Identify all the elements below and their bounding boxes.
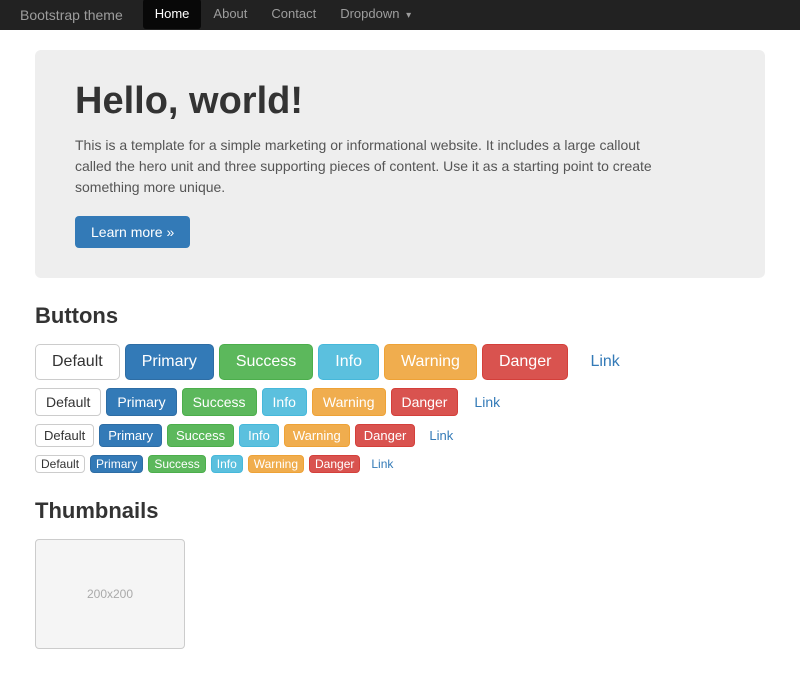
navbar-nav: Home About Contact Dropdown ▾ (143, 0, 423, 31)
btn-warning-sm[interactable]: Warning (284, 424, 350, 447)
btn-danger-xs[interactable]: Danger (309, 455, 360, 473)
btn-info-sm[interactable]: Info (239, 424, 279, 447)
thumbnail-placeholder-label: 200x200 (87, 587, 133, 601)
btn-link-md[interactable]: Link (463, 388, 511, 416)
chevron-down-icon: ▾ (406, 10, 411, 21)
thumbnails-section: Thumbnails 200x200 (35, 498, 765, 649)
btn-link-xs[interactable]: Link (365, 455, 399, 473)
btn-warning-md[interactable]: Warning (312, 388, 386, 416)
nav-item-contact[interactable]: Contact (259, 0, 328, 31)
btn-warning-xs[interactable]: Warning (248, 455, 304, 473)
jumbotron: Hello, world! This is a template for a s… (35, 50, 765, 278)
button-row-md: Default Primary Success Info Warning Dan… (35, 388, 765, 416)
nav-link-dropdown[interactable]: Dropdown ▾ (328, 0, 423, 31)
btn-link-sm[interactable]: Link (420, 424, 462, 447)
navbar: Bootstrap theme Home About Contact Dropd… (0, 0, 800, 30)
btn-primary-xs[interactable]: Primary (90, 455, 143, 473)
hero-body: This is a template for a simple marketin… (75, 135, 655, 198)
btn-default-xs[interactable]: Default (35, 455, 85, 473)
btn-success-xs[interactable]: Success (148, 455, 205, 473)
thumbnail-placeholder: 200x200 (35, 539, 185, 649)
btn-success-md[interactable]: Success (182, 388, 257, 416)
btn-danger-lg[interactable]: Danger (482, 344, 568, 380)
hero-heading: Hello, world! (75, 80, 725, 123)
btn-primary-md[interactable]: Primary (106, 388, 176, 416)
learn-more-button[interactable]: Learn more » (75, 216, 190, 248)
nav-item-about[interactable]: About (201, 0, 259, 31)
btn-danger-md[interactable]: Danger (391, 388, 459, 416)
nav-link-contact[interactable]: Contact (259, 0, 328, 29)
btn-info-lg[interactable]: Info (318, 344, 379, 380)
buttons-section-title: Buttons (35, 303, 765, 329)
nav-link-about[interactable]: About (201, 0, 259, 29)
btn-default-md[interactable]: Default (35, 388, 101, 416)
btn-link-lg[interactable]: Link (573, 344, 636, 380)
btn-info-md[interactable]: Info (262, 388, 307, 416)
btn-success-sm[interactable]: Success (167, 424, 234, 447)
thumbnails-section-title: Thumbnails (35, 498, 765, 524)
btn-warning-lg[interactable]: Warning (384, 344, 477, 380)
buttons-section: Buttons Default Primary Success Info War… (35, 303, 765, 473)
btn-primary-sm[interactable]: Primary (99, 424, 162, 447)
button-row-xs: Default Primary Success Info Warning Dan… (35, 455, 765, 473)
navbar-brand[interactable]: Bootstrap theme (20, 7, 123, 23)
nav-item-home[interactable]: Home (143, 0, 202, 31)
btn-default-sm[interactable]: Default (35, 424, 94, 447)
nav-link-home[interactable]: Home (143, 0, 202, 29)
button-row-sm: Default Primary Success Info Warning Dan… (35, 424, 765, 447)
button-row-lg: Default Primary Success Info Warning Dan… (35, 344, 765, 380)
nav-item-dropdown[interactable]: Dropdown ▾ (328, 0, 423, 31)
btn-success-lg[interactable]: Success (219, 344, 313, 380)
btn-primary-lg[interactable]: Primary (125, 344, 214, 380)
btn-default-lg[interactable]: Default (35, 344, 120, 380)
main-container: Hello, world! This is a template for a s… (20, 30, 780, 694)
btn-info-xs[interactable]: Info (211, 455, 243, 473)
btn-danger-sm[interactable]: Danger (355, 424, 416, 447)
